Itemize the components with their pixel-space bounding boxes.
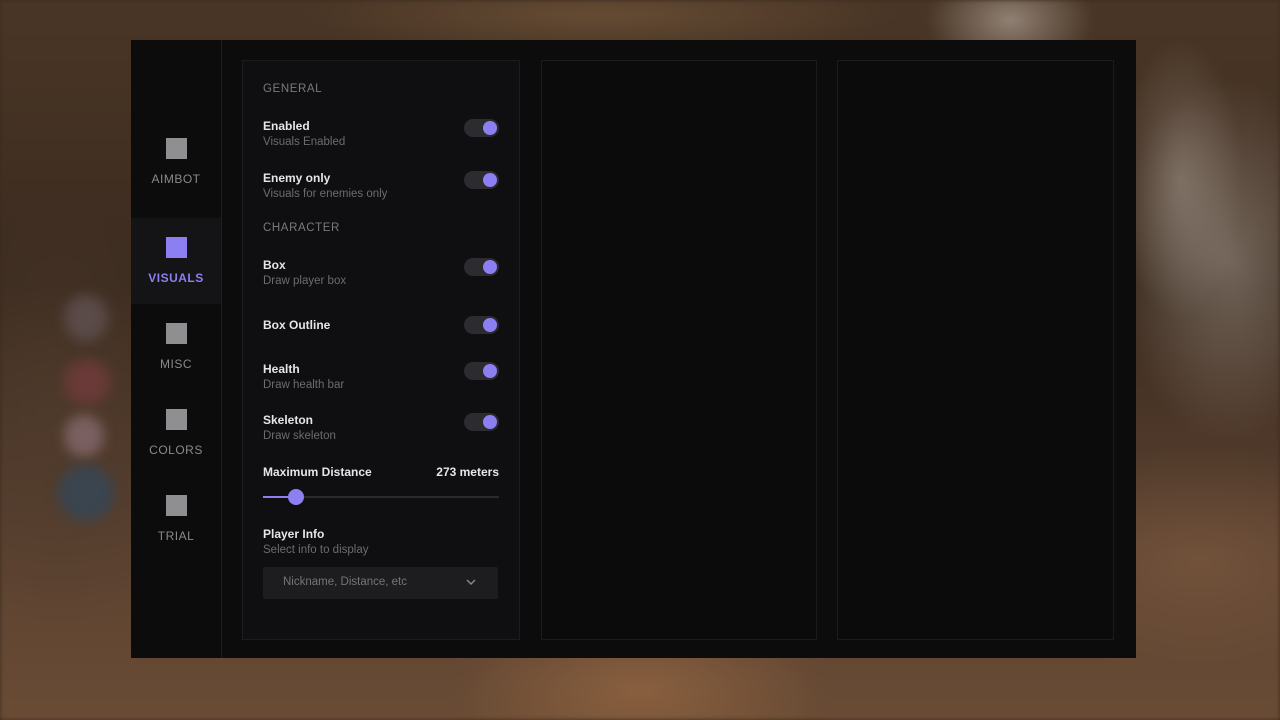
square-icon <box>165 495 187 516</box>
setting-description: Draw health bar <box>263 379 345 391</box>
nav-item-label: AIMBOT <box>151 172 201 186</box>
setting-title: Skeleton <box>263 413 314 427</box>
setting-description: Visuals for enemies only <box>263 188 388 200</box>
cheat-menu-window: AIMBOT VISUALS MISC COLORS TRIAL GENERAL… <box>131 40 1136 658</box>
setting-title: Player Info <box>263 527 325 541</box>
background-figure <box>58 465 114 521</box>
chevron-down-icon <box>466 579 476 585</box>
square-icon <box>165 237 187 258</box>
setting-maximum-distance: Maximum Distance 273 meters <box>263 465 499 509</box>
setting-title: Enemy only <box>263 171 331 185</box>
square-icon <box>165 409 187 430</box>
square-icon <box>165 323 187 344</box>
nav-item-trial[interactable]: TRIAL <box>131 476 221 562</box>
slider-thumb[interactable] <box>288 489 305 505</box>
section-heading-general: GENERAL <box>263 83 323 95</box>
setting-title: Health <box>263 362 300 376</box>
setting-title: Box <box>263 258 286 272</box>
toggle-knob <box>483 260 497 274</box>
section-heading-character: CHARACTER <box>263 222 340 234</box>
dropdown-value: Nickname, Distance, etc <box>283 576 407 588</box>
health-toggle[interactable] <box>464 362 499 380</box>
setting-box: Box Draw player box <box>263 258 499 292</box>
setting-enemy-only: Enemy only Visuals for enemies only <box>263 171 499 205</box>
nav-item-label: VISUALS <box>148 271 204 285</box>
enemy-only-toggle[interactable] <box>464 171 499 189</box>
toggle-knob <box>483 415 497 429</box>
box-outline-toggle[interactable] <box>464 316 499 334</box>
square-icon <box>165 138 187 159</box>
box-toggle[interactable] <box>464 258 499 276</box>
setting-description: Draw skeleton <box>263 430 336 442</box>
nav-item-misc[interactable]: MISC <box>131 304 221 390</box>
setting-skeleton: Skeleton Draw skeleton <box>263 413 499 447</box>
empty-panel-right <box>837 60 1114 640</box>
skeleton-toggle[interactable] <box>464 413 499 431</box>
empty-panel-middle <box>541 60 817 640</box>
nav-item-label: TRIAL <box>157 529 195 543</box>
visuals-settings-panel: GENERAL Enabled Visuals Enabled Enemy on… <box>242 60 520 640</box>
toggle-knob <box>483 364 497 378</box>
setting-title: Box Outline <box>263 318 331 332</box>
background-figure <box>64 415 104 457</box>
setting-health: Health Draw health bar <box>263 362 499 396</box>
setting-title: Enabled <box>263 119 310 133</box>
background-figure <box>64 295 108 341</box>
setting-title: Maximum Distance <box>263 465 372 479</box>
nav-item-visuals[interactable]: VISUALS <box>131 218 221 304</box>
toggle-knob <box>483 121 497 135</box>
player-info-dropdown[interactable]: Nickname, Distance, etc <box>263 567 498 599</box>
setting-description: Visuals Enabled <box>263 136 346 148</box>
sidebar: AIMBOT VISUALS MISC COLORS TRIAL <box>131 40 222 658</box>
setting-enabled: Enabled Visuals Enabled <box>263 119 499 153</box>
setting-player-info: Player Info Select info to display <box>263 527 499 561</box>
setting-box-outline: Box Outline <box>263 316 499 350</box>
distance-value: 273 meters <box>436 465 499 479</box>
distance-slider[interactable] <box>263 489 499 505</box>
toggle-knob <box>483 318 497 332</box>
enabled-toggle[interactable] <box>464 119 499 137</box>
setting-description: Draw player box <box>263 275 347 287</box>
toggle-knob <box>483 173 497 187</box>
nav-item-label: MISC <box>160 357 192 371</box>
nav-item-aimbot[interactable]: AIMBOT <box>131 119 221 205</box>
background-figure <box>64 360 110 404</box>
nav-item-label: COLORS <box>149 443 203 457</box>
nav-item-colors[interactable]: COLORS <box>131 390 221 476</box>
setting-description: Select info to display <box>263 544 369 556</box>
